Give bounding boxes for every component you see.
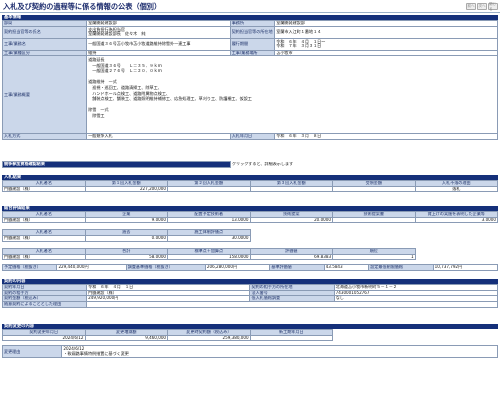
- bid-result-table: 入札者名 第１回入札金額 第２回入札金額 第３回入札金額 受領金額 入札不落の理…: [2, 180, 498, 193]
- contract-table: 契約年月日 令和 ６年 ４月 １日 契約の相手方の所在地 北海道苫小牧市新明町５－１－…: [1, 284, 499, 308]
- page-header: 入札及び契約の過程等に係る情報の公表（個別） 前へ 次へ 閉じる: [0, 0, 500, 13]
- contract-section: 契約の内容 契約年月日 令和 ６年 ４月 １日 契約の相手方の所在地 北海道苫小牧市新…: [1, 279, 499, 308]
- basic-info-table: 部局 室蘭開発建設部 事務所 室蘭開発建設部 契約担当官等の氏名 支出負担行為担当官 室…: [1, 20, 498, 141]
- negotiated-reason: [86, 301, 498, 308]
- min-price-value: 10,737,792円: [432, 264, 499, 271]
- min-eval-value: 43.5843: [323, 264, 370, 271]
- table-row: 門脇建設（株） 9.0000 13.0000 20.0000 3.0000: [2, 216, 498, 224]
- price-summary: 予定価格（税抜き） 229,440,000円 調査基準価格（税抜き） 206,2…: [1, 264, 499, 271]
- contract-officer-addr-label: 契約担当官等の所在地: [229, 25, 276, 39]
- survey-value: 206,280,000円: [204, 264, 271, 271]
- bid-result-section: 入札結果 入札者名 第１回入札金額 第２回入札金額 第３回入札金額 受領金額 入…: [2, 175, 498, 193]
- close-button[interactable]: 閉じる: [488, 2, 498, 11]
- changes-table: 契約変更年月日 変更増減額 変更時契約額（税込み） 新工期年月日 2024/6/12 9…: [2, 329, 498, 342]
- table-row: 門脇建設（株） 58.0000 158.0000 69.8383 1: [2, 253, 416, 261]
- work-name-value: 一般国道３６号苫小牧市苫小牧道路維持除雪外一連工事: [86, 37, 231, 51]
- contract-officer-value: 支出負担行為担当官 室蘭開発建設部長 佐々木 純: [86, 25, 231, 39]
- contract-officer-label: 契約担当官等の氏名: [1, 25, 88, 39]
- survey-label: 調査基準価格（税抜き）: [125, 264, 206, 271]
- competition-result-link[interactable]: 競争参加資格確認結果: [2, 161, 231, 168]
- budget-label: 予定価格（税抜き）: [1, 264, 58, 271]
- summary-label: 工事/業務概要: [1, 55, 88, 135]
- period-value: 令和 ６年 ４月 １日～ 令和 ７年 ３月３１日: [274, 37, 498, 51]
- next-button[interactable]: 次へ: [477, 3, 487, 10]
- basic-info-section: 基本情報 部局 室蘭開発建設部 事務所 室蘭開発建設部 契約担当官等の氏名 支出負担行為…: [1, 15, 498, 141]
- bid-method-label: 入札方式: [1, 133, 88, 141]
- change-reason-table: 変更理由 2024/6/12 ・軟弱路事情特例措置に基づく変更: [1, 345, 498, 359]
- min-price-label: 設定最低制限価格: [368, 264, 434, 271]
- change-reason-value: 2024/6/12 ・軟弱路事情特例措置に基づく変更: [61, 345, 498, 359]
- bid-date-value: 令和 ６年 ３月 ８日: [274, 133, 498, 141]
- period-label: 履行期間: [229, 37, 276, 51]
- competition-section: 競争参加資格確認結果 クリックすると、詳細表示します: [2, 161, 498, 168]
- summary-value: 道路延長 一般国道３６号 Ｌ＝３５．９ｋｍ 一般国道２７６号 Ｌ＝２０．０ｋｍ …: [86, 55, 498, 135]
- eval-table-2: 入札者名 過去 施工体制評価点 門脇建設（株） 0.0000 30.0000: [2, 229, 498, 242]
- table-row: 2024/6/12 9,460,000 259,380,000: [2, 334, 498, 342]
- work-name-label: 工事/業務名: [1, 37, 88, 51]
- contract-officer-addr-value: 室蘭市入江町１番地１４: [274, 25, 498, 39]
- eval-section: 総合評価結果 入札者名 企業 配置予定技術者 技術提案 技術提案書 賃上げの実施を表明した…: [2, 206, 498, 261]
- bid-date-label: 入札年月日: [229, 133, 276, 141]
- nav-buttons: 前へ 次へ 閉じる: [466, 2, 498, 11]
- eval-table-1: 入札者名 企業 配置予定技術者 技術提案 技術提案書 賃上げの実施を表明した企業等 門脇建…: [2, 211, 498, 224]
- table-row: 門脇建設（株） 0.0000 30.0000: [2, 235, 251, 242]
- table-row: 門脇建設（株） 227,200,000 落札: [2, 185, 498, 193]
- min-eval-label: 基準評価値: [269, 264, 325, 271]
- changes-section: 契約変更の内容 契約変更年月日 変更増減額 変更時契約額（税込み） 新工期年月日 20…: [1, 324, 498, 359]
- bid-method-value: 一般競争入札: [86, 133, 231, 141]
- budget-value: 229,440,000円: [56, 264, 127, 271]
- prev-button[interactable]: 前へ: [466, 3, 476, 10]
- competition-note: クリックすると、詳細表示します: [231, 161, 294, 166]
- change-reason-label: 変更理由: [1, 345, 63, 359]
- eval-table-3: 入札者名 合計 標準点＋加算点 評価値 順位 門脇建設（株） 58.0000 158.000…: [2, 247, 498, 261]
- page-title: 入札及び契約の過程等に係る情報の公表（個別）: [3, 2, 162, 11]
